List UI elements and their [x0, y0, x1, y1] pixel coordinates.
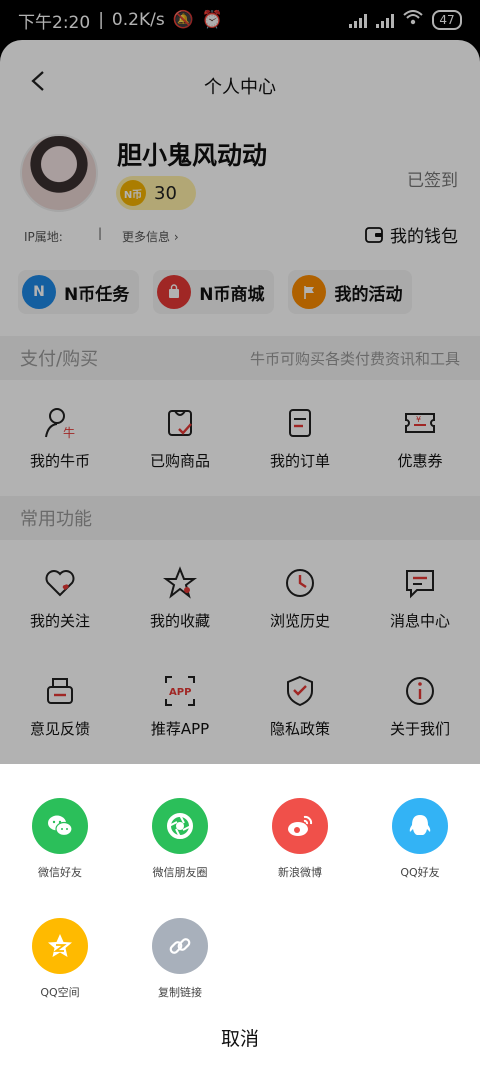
share-qq-friend[interactable]: QQ好友 — [360, 798, 480, 880]
moments-icon — [152, 798, 208, 854]
copy-link[interactable]: 复制链接 — [120, 918, 240, 1000]
qq-icon — [392, 798, 448, 854]
share-label: 新浪微博 — [278, 866, 322, 879]
share-label: QQ好友 — [400, 866, 440, 879]
share-wechat-moments[interactable]: 微信朋友圈 — [120, 798, 240, 880]
share-row-1: 微信好友 微信朋友圈 新浪微博 QQ好友 — [0, 798, 480, 880]
share-qzone[interactable]: QQ空间 — [0, 918, 120, 1000]
wechat-icon — [32, 798, 88, 854]
share-row-2: QQ空间 复制链接 — [0, 918, 480, 1000]
cancel-button[interactable]: 取消 — [0, 1024, 480, 1051]
share-sheet: 微信好友 微信朋友圈 新浪微博 QQ好友 QQ空间 复制链接 取消 — [0, 764, 480, 1067]
link-icon — [152, 918, 208, 974]
share-label: 微信好友 — [38, 866, 82, 879]
share-weibo[interactable]: 新浪微博 — [240, 798, 360, 880]
share-label: QQ空间 — [40, 986, 80, 999]
share-label: 复制链接 — [158, 986, 202, 999]
share-wechat-friend[interactable]: 微信好友 — [0, 798, 120, 880]
share-label: 微信朋友圈 — [152, 866, 208, 879]
qzone-icon — [32, 918, 88, 974]
weibo-icon — [272, 798, 328, 854]
